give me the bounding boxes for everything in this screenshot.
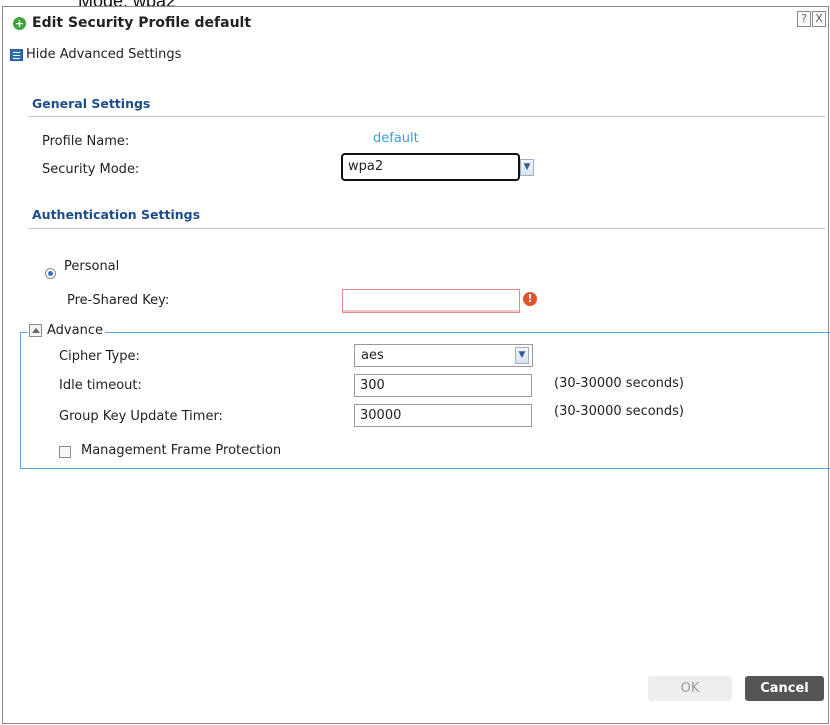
idle-timeout-input[interactable]: 300	[354, 374, 532, 397]
advance-legend: Advance	[28, 323, 105, 338]
error-icon: !	[523, 292, 537, 306]
cipher-type-select[interactable]: aes	[354, 344, 533, 367]
collapse-icon[interactable]	[29, 324, 42, 337]
chevron-down-icon[interactable]: ▼	[515, 347, 529, 364]
idle-timeout-label: Idle timeout:	[59, 378, 142, 393]
hide-advanced-settings-link[interactable]: Hide Advanced Settings	[10, 47, 181, 62]
pre-shared-key-input[interactable]	[342, 289, 520, 313]
security-mode-label: Security Mode:	[42, 162, 140, 177]
personal-radio[interactable]	[45, 268, 56, 279]
authentication-settings-heading: Authentication Settings	[32, 207, 201, 222]
group-key-update-timer-label: Group Key Update Timer:	[59, 409, 223, 424]
profile-name-label: Profile Name:	[42, 134, 130, 149]
psk-label: Pre-Shared Key:	[67, 293, 170, 308]
general-settings-divider	[28, 116, 825, 117]
chevron-down-icon[interactable]: ▼	[520, 159, 534, 176]
group-key-update-timer-hint: (30-30000 seconds)	[554, 404, 684, 419]
dialog-title: + Edit Security Profile default	[13, 12, 251, 34]
security-mode-value: wpa2	[348, 159, 384, 174]
cipher-type-value: aes	[361, 348, 384, 363]
cancel-button[interactable]: Cancel	[745, 676, 824, 701]
help-icon[interactable]: ?	[797, 11, 811, 27]
advance-legend-label: Advance	[47, 323, 103, 338]
security-mode-select[interactable]: wpa2	[341, 153, 520, 181]
cipher-type-label: Cipher Type:	[59, 349, 140, 364]
list-icon	[10, 48, 23, 61]
ok-button[interactable]: OK	[648, 676, 732, 701]
window-controls: ? X	[796, 11, 826, 27]
plus-circle-icon: +	[13, 16, 26, 30]
hide-advanced-label: Hide Advanced Settings	[26, 47, 182, 62]
profile-name-value: default	[373, 131, 419, 146]
edit-security-profile-dialog: + Edit Security Profile default ? X Hide…	[2, 6, 830, 724]
idle-timeout-hint: (30-30000 seconds)	[554, 376, 684, 391]
authentication-settings-divider	[28, 228, 825, 229]
management-frame-protection-checkbox[interactable]	[59, 446, 71, 458]
group-key-update-timer-input[interactable]: 30000	[354, 404, 532, 427]
dialog-title-text: Edit Security Profile default	[32, 15, 252, 31]
personal-label: Personal	[64, 259, 120, 274]
management-frame-protection-label: Management Frame Protection	[81, 443, 282, 458]
general-settings-heading: General Settings	[32, 96, 151, 111]
close-icon[interactable]: X	[812, 11, 826, 27]
